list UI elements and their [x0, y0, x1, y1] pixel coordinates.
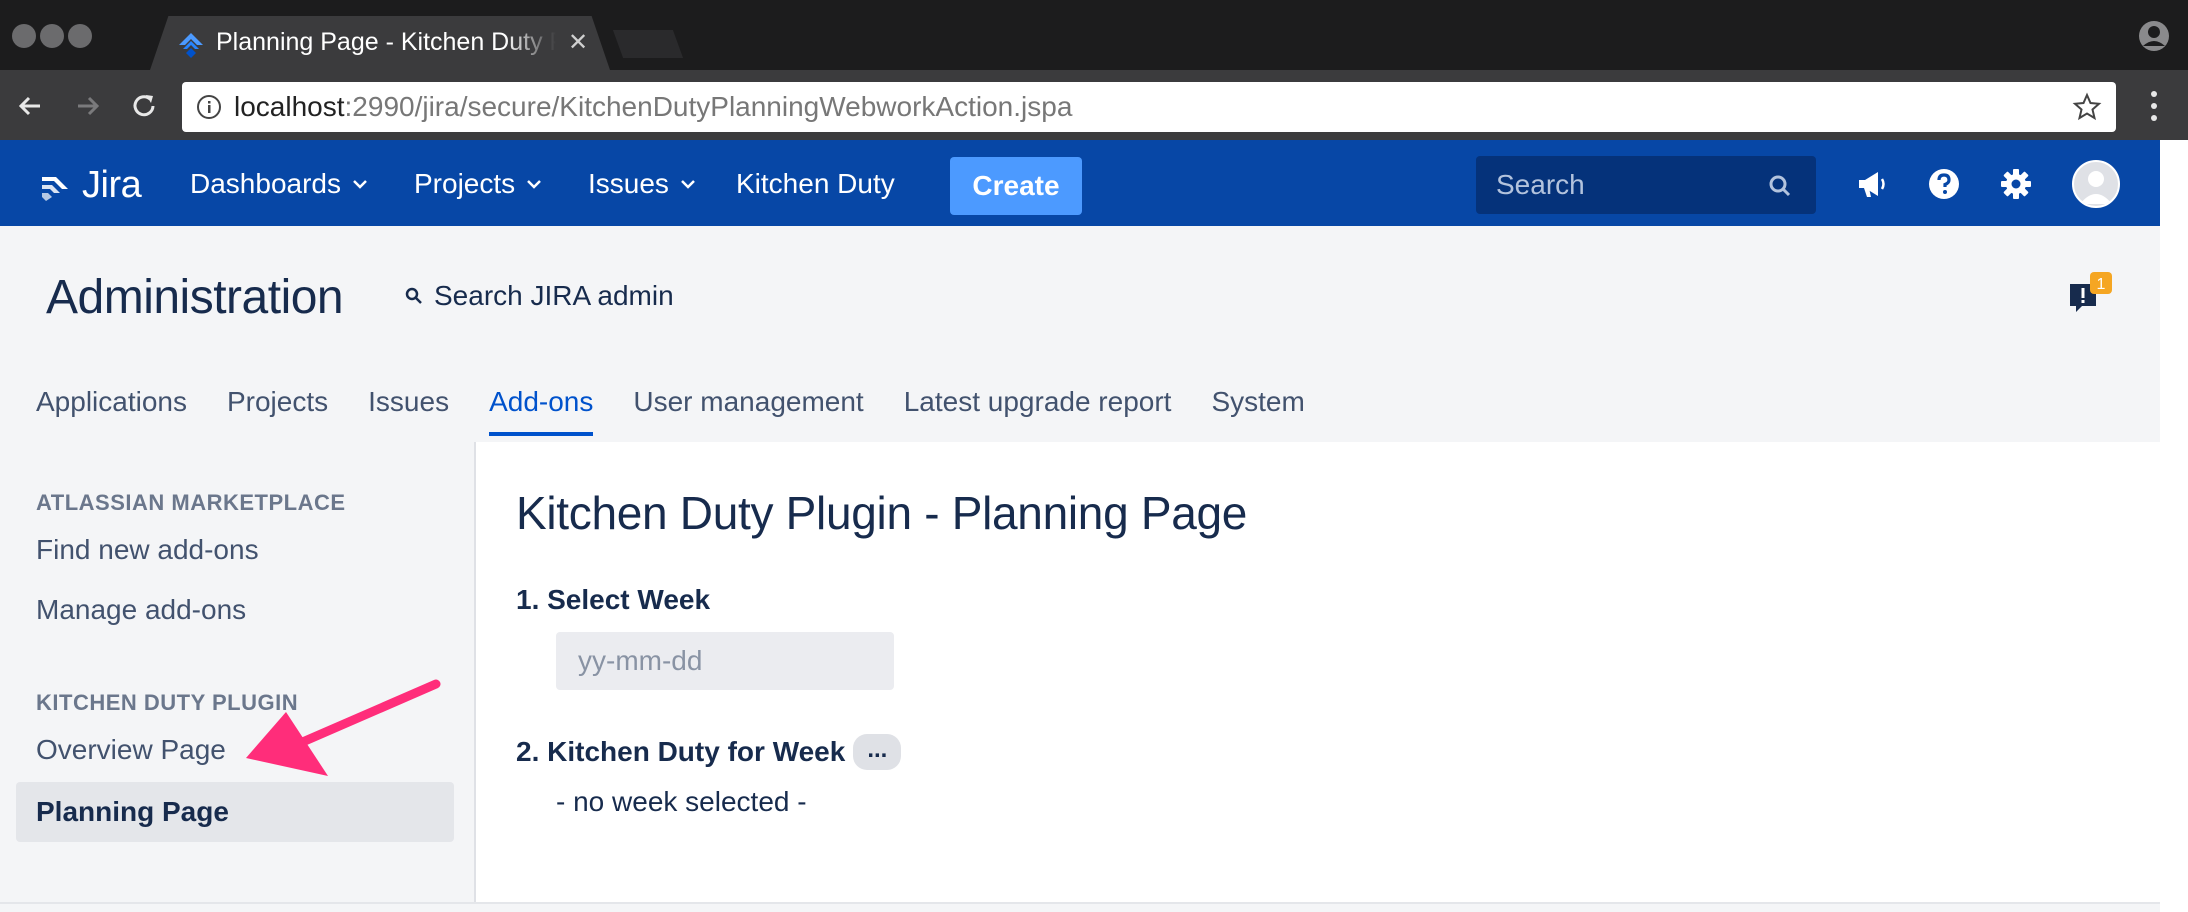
annotation-arrow-icon: [246, 679, 441, 776]
browser-menu-icon[interactable]: [2144, 88, 2164, 124]
tab-user-management[interactable]: User management: [633, 386, 863, 436]
sidebar-item-planning-page[interactable]: Planning Page: [16, 782, 454, 842]
window-zoom-button[interactable]: [68, 24, 92, 48]
tab-close-icon[interactable]: ✕: [568, 28, 588, 57]
tab-add-ons[interactable]: Add-ons: [489, 386, 594, 436]
step2-label-text: 2. Kitchen Duty for Week: [516, 736, 846, 767]
main-content: Kitchen Duty Plugin - Planning Page 1. S…: [476, 442, 2160, 902]
info-icon[interactable]: [196, 94, 222, 120]
avatar[interactable]: [2072, 160, 2120, 208]
nav-kitchen-duty[interactable]: Kitchen Duty: [736, 168, 895, 200]
admin-tabs: Applications Projects Issues Add-ons Use…: [36, 386, 1345, 436]
browser-toolbar: localhost:2990/jira/secure/KitchenDutyPl…: [0, 70, 2188, 140]
sidebar-item-overview-page[interactable]: Overview Page: [36, 734, 226, 766]
tab-projects[interactable]: Projects: [227, 386, 328, 436]
jira-logo-icon: [42, 176, 68, 201]
nav-issues[interactable]: Issues: [588, 168, 697, 200]
search-icon: [405, 287, 422, 304]
step2-label: 2. Kitchen Duty for Week ...: [516, 734, 902, 770]
chevron-down-icon: [681, 180, 695, 189]
search-input[interactable]: [1476, 156, 1766, 214]
nav-dashboards[interactable]: Dashboards: [190, 168, 369, 200]
gear-icon[interactable]: [1998, 166, 2034, 202]
star-icon[interactable]: [2072, 92, 2102, 122]
nav-dashboards-label: Dashboards: [190, 168, 341, 199]
notification-count: 1: [2097, 276, 2106, 293]
admin-search[interactable]: Search JIRA admin: [404, 280, 674, 312]
chevron-down-icon: [527, 180, 542, 189]
week-badge: ...: [853, 734, 902, 770]
nav-projects[interactable]: Projects: [414, 168, 543, 200]
footer-divider: [0, 902, 2160, 912]
tab-latest-upgrade-report[interactable]: Latest upgrade report: [904, 386, 1172, 436]
header-search[interactable]: [1476, 156, 1816, 214]
nav-issues-label: Issues: [588, 168, 669, 199]
sidebar-item-manage-add-ons[interactable]: Manage add-ons: [36, 594, 246, 626]
admin-search-label: Search JIRA admin: [434, 280, 674, 311]
tab-applications[interactable]: Applications: [36, 386, 187, 436]
sidebar-heading-marketplace: ATLASSIAN MARKETPLACE: [36, 490, 346, 515]
sidebar-item-find-new-add-ons[interactable]: Find new add-ons: [36, 534, 259, 566]
forward-icon[interactable]: [72, 90, 104, 122]
nav-kitchen-duty-label: Kitchen Duty: [736, 168, 895, 199]
back-icon[interactable]: [14, 90, 46, 122]
megaphone-icon[interactable]: [1854, 166, 1890, 202]
help-icon[interactable]: [1926, 166, 1962, 202]
create-button[interactable]: Create: [950, 157, 1082, 215]
reload-icon[interactable]: [128, 90, 160, 122]
address-bar[interactable]: localhost:2990/jira/secure/KitchenDutyPl…: [182, 82, 2116, 132]
feedback-icon[interactable]: 1: [2066, 270, 2114, 320]
new-tab-button[interactable]: [612, 30, 684, 58]
logo-text: Jira: [82, 164, 142, 206]
tab-system[interactable]: System: [1211, 386, 1304, 436]
nav-projects-label: Projects: [414, 168, 516, 199]
avatar-icon: [2080, 171, 2112, 204]
page-title: Administration: [46, 271, 344, 324]
content-title: Kitchen Duty Plugin - Planning Page: [516, 487, 1248, 539]
step1-label: 1. Select Week: [516, 584, 711, 615]
no-week-text: - no week selected -: [556, 786, 807, 817]
jira-favicon-icon: [179, 33, 203, 58]
window-close-button[interactable]: [12, 24, 36, 48]
admin-header: Administration Search JIRA admin 1 Appli…: [0, 226, 2160, 442]
jira-logo[interactable]: Jira: [36, 164, 142, 207]
tab-title: Planning Page - Kitchen Duty Plugin: [216, 28, 556, 56]
browser-profile-icon[interactable]: [2138, 20, 2170, 52]
browser-tab-active[interactable]: Planning Page - Kitchen Duty Plugin ✕: [150, 16, 610, 70]
browser-tab-bar: Planning Page - Kitchen Duty Plugin ✕: [0, 0, 2188, 70]
page-edge: [2160, 140, 2188, 912]
window-minimize-button[interactable]: [40, 24, 64, 48]
tab-issues[interactable]: Issues: [368, 386, 449, 436]
chevron-down-icon: [353, 180, 367, 189]
jira-header: Jira Dashboards Projects Issues Kitchen …: [0, 140, 2160, 226]
week-date-input[interactable]: [556, 632, 894, 690]
url-text: localhost:2990/jira/secure/KitchenDutyPl…: [234, 91, 1073, 122]
sidebar-item-label: Planning Page: [36, 796, 229, 827]
search-icon[interactable]: [1766, 172, 1794, 200]
